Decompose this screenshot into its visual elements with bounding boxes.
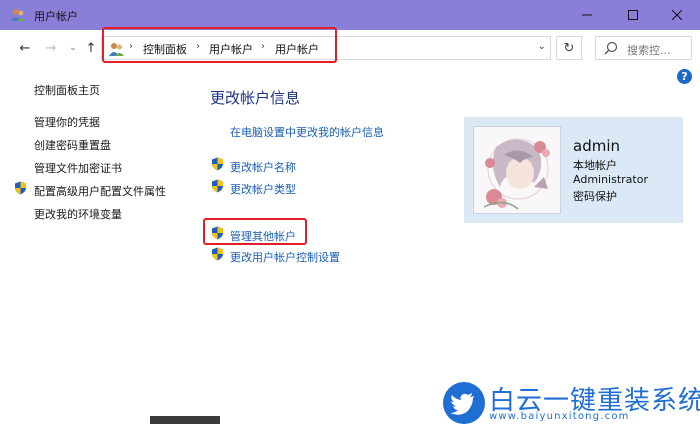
search-icon (604, 41, 618, 55)
avatar-picture (474, 127, 560, 213)
watermark-url: www.baiyunxitong.com (489, 411, 630, 422)
back-button[interactable]: ← (16, 39, 34, 57)
arrow-up-icon: ↑ (85, 40, 97, 56)
account-type: 本地帐户 (573, 159, 617, 172)
uac-shield-icon (212, 179, 223, 193)
manage-encryption-certificates-link[interactable]: 管理文件加密证书 (34, 160, 122, 176)
minimize-icon (582, 14, 592, 16)
uac-shield-icon (212, 157, 223, 171)
up-button[interactable]: ↑ (82, 39, 100, 57)
avatar (473, 126, 561, 214)
account-name: admin (573, 137, 620, 155)
uac-shield-icon (212, 226, 223, 240)
address-dropdown-icon[interactable]: ⌄ (538, 41, 546, 52)
close-icon (672, 10, 682, 20)
maximize-button[interactable] (610, 0, 656, 30)
refresh-button[interactable]: ↻ (556, 36, 582, 60)
close-button[interactable] (654, 0, 700, 30)
advanced-user-profile-link[interactable]: 配置高级用户配置文件属性 (34, 183, 166, 199)
watermark: 白云一键重装系统 www.baiyunxitong.com (443, 382, 700, 424)
page-title: 更改帐户信息 (210, 89, 301, 107)
twitter-bird-logo (443, 382, 485, 424)
search-placeholder: 搜索控... (627, 44, 671, 57)
change-uac-settings-link[interactable]: 更改用户帐户控制设置 (230, 249, 340, 265)
recent-locations-button[interactable]: ⌄ (64, 39, 82, 57)
arrow-right-icon: → (45, 40, 57, 56)
uac-shield-icon (15, 181, 26, 195)
control-panel-home-link[interactable]: 控制面板主页 (34, 82, 100, 98)
chevron-down-icon: ⌄ (69, 43, 77, 53)
forward-button[interactable]: → (42, 39, 60, 57)
manage-credentials-link[interactable]: 管理你的凭据 (34, 114, 100, 130)
window-title: 用户帐户 (34, 10, 78, 23)
account-password-status: 密码保护 (573, 190, 617, 203)
taskbar-fragment (150, 416, 220, 424)
change-account-name-link[interactable]: 更改帐户名称 (230, 159, 296, 175)
help-icon: ? (681, 70, 688, 83)
refresh-icon: ↻ (563, 40, 575, 56)
account-card: admin 本地帐户 Administrator 密码保护 (464, 117, 683, 223)
environment-variables-link[interactable]: 更改我的环境变量 (34, 206, 122, 222)
account-role: Administrator (573, 173, 648, 186)
change-account-type-link[interactable]: 更改帐户类型 (230, 181, 296, 197)
manage-other-accounts-link[interactable]: 管理其他帐户 (230, 228, 296, 244)
uac-shield-icon (212, 247, 223, 261)
minimize-button[interactable] (564, 0, 610, 30)
title-bar: 用户帐户 (0, 0, 700, 30)
maximize-icon (628, 10, 638, 20)
arrow-left-icon: ← (19, 40, 31, 56)
breadcrumb-highlight-box (102, 27, 337, 63)
user-accounts-icon (11, 9, 25, 21)
create-password-reset-disk-link[interactable]: 创建密码重置盘 (34, 137, 111, 153)
help-button[interactable]: ? (677, 69, 692, 84)
search-box[interactable]: 搜索控... (595, 36, 692, 60)
pc-settings-link[interactable]: 在电脑设置中更改我的帐户信息 (230, 124, 384, 140)
